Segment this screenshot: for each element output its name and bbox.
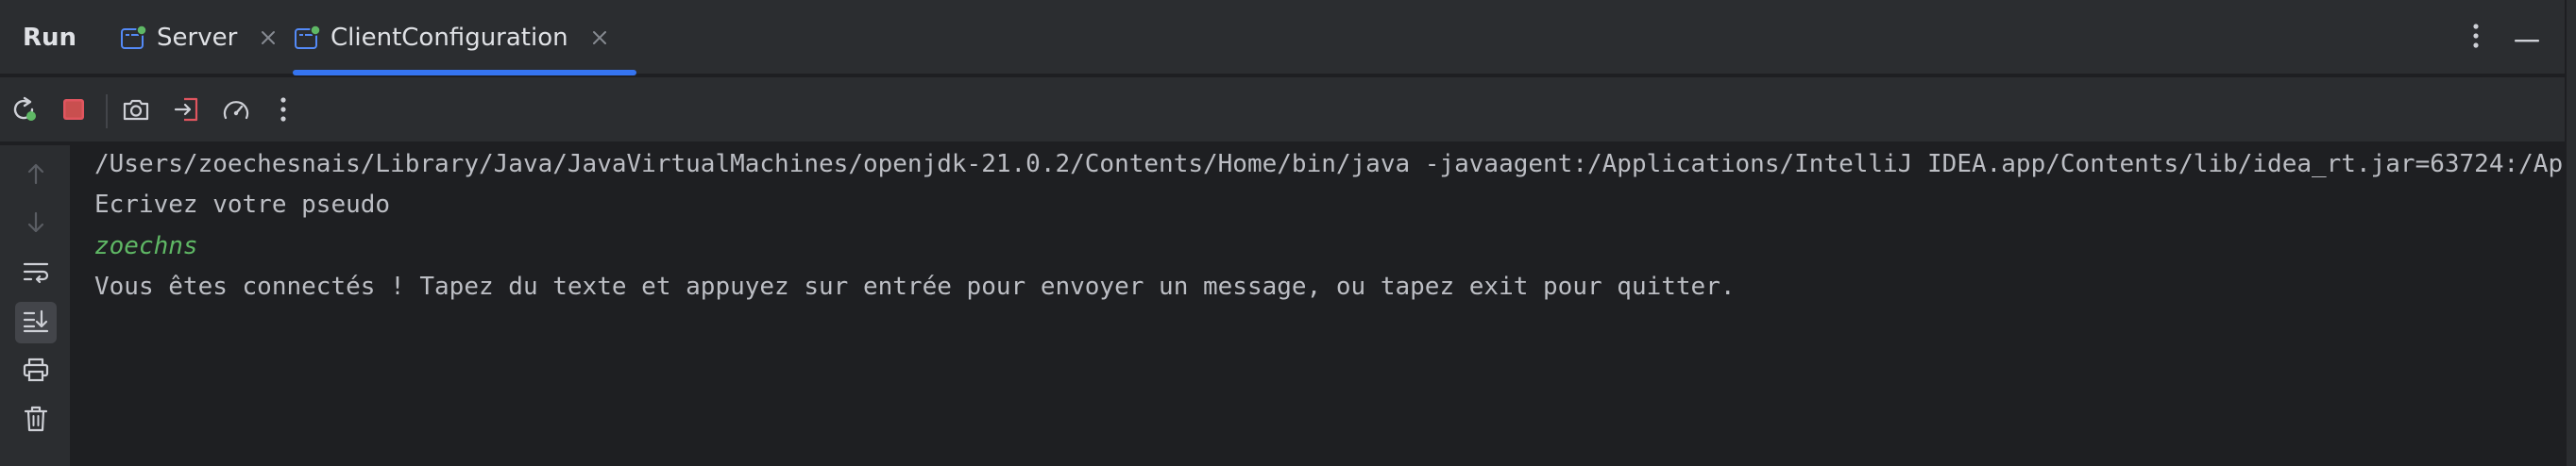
more-options-button[interactable] — [2459, 19, 2493, 57]
panel-title: Run — [23, 24, 77, 52]
profiler-button[interactable] — [215, 91, 257, 132]
rerun-button[interactable] — [4, 91, 45, 132]
camera-icon — [122, 96, 150, 126]
tab-clientconfiguration[interactable]: ClientConfiguration — [295, 0, 635, 75]
vertical-scrollbar[interactable] — [2565, 0, 2576, 466]
console-line-user-input: zoechns — [94, 232, 198, 260]
stop-icon — [60, 96, 87, 126]
speedometer-icon — [221, 95, 251, 127]
soft-wrap-icon — [22, 258, 50, 289]
arrow-down-icon — [23, 209, 49, 240]
active-tab-indicator — [293, 70, 636, 75]
exit-button[interactable] — [166, 91, 208, 132]
tab-label: Server — [157, 24, 238, 52]
print-icon — [22, 357, 50, 387]
trash-icon — [23, 405, 49, 437]
console-output[interactable]: /Users/zoechesnais/Library/Java/JavaVirt… — [74, 145, 2565, 466]
close-icon[interactable] — [589, 27, 610, 48]
close-icon[interactable] — [258, 27, 279, 48]
print-button[interactable] — [15, 351, 57, 392]
console-side-toolbar — [0, 145, 72, 466]
minimize-button[interactable] — [2506, 19, 2548, 57]
vertical-ellipsis-icon — [279, 95, 288, 127]
minimize-icon — [2514, 29, 2540, 47]
run-toolbar — [0, 77, 2565, 143]
vertical-ellipsis-icon — [2471, 22, 2481, 54]
console-line-message: Vous êtes connectés ! Tapez du texte et … — [94, 273, 1736, 301]
arrow-up-icon — [23, 160, 49, 191]
scroll-to-end-button[interactable] — [15, 302, 57, 343]
application-config-icon — [295, 25, 321, 50]
application-config-icon — [121, 25, 147, 50]
exit-icon — [173, 95, 201, 127]
rerun-icon — [9, 94, 40, 128]
next-occurrence-button[interactable] — [15, 204, 57, 245]
tab-label: ClientConfiguration — [330, 24, 568, 52]
previous-occurrence-button[interactable] — [15, 155, 57, 196]
soft-wrap-button[interactable] — [15, 253, 57, 294]
clear-all-button[interactable] — [15, 400, 57, 441]
run-tool-window: Run Server ClientConfiguration /Users/zo… — [0, 0, 2576, 466]
tab-server[interactable]: Server — [121, 0, 281, 75]
screenshot-button[interactable] — [115, 91, 157, 132]
scroll-to-end-icon — [22, 308, 50, 338]
console-line-command: /Users/zoechesnais/Library/Java/JavaVirt… — [94, 150, 2565, 178]
console-line-prompt: Ecrivez votre pseudo — [94, 191, 391, 219]
more-actions-button[interactable] — [263, 91, 304, 132]
toolbar-separator — [106, 94, 108, 128]
stop-button[interactable] — [53, 91, 94, 132]
run-header: Run Server ClientConfiguration — [0, 0, 2565, 75]
